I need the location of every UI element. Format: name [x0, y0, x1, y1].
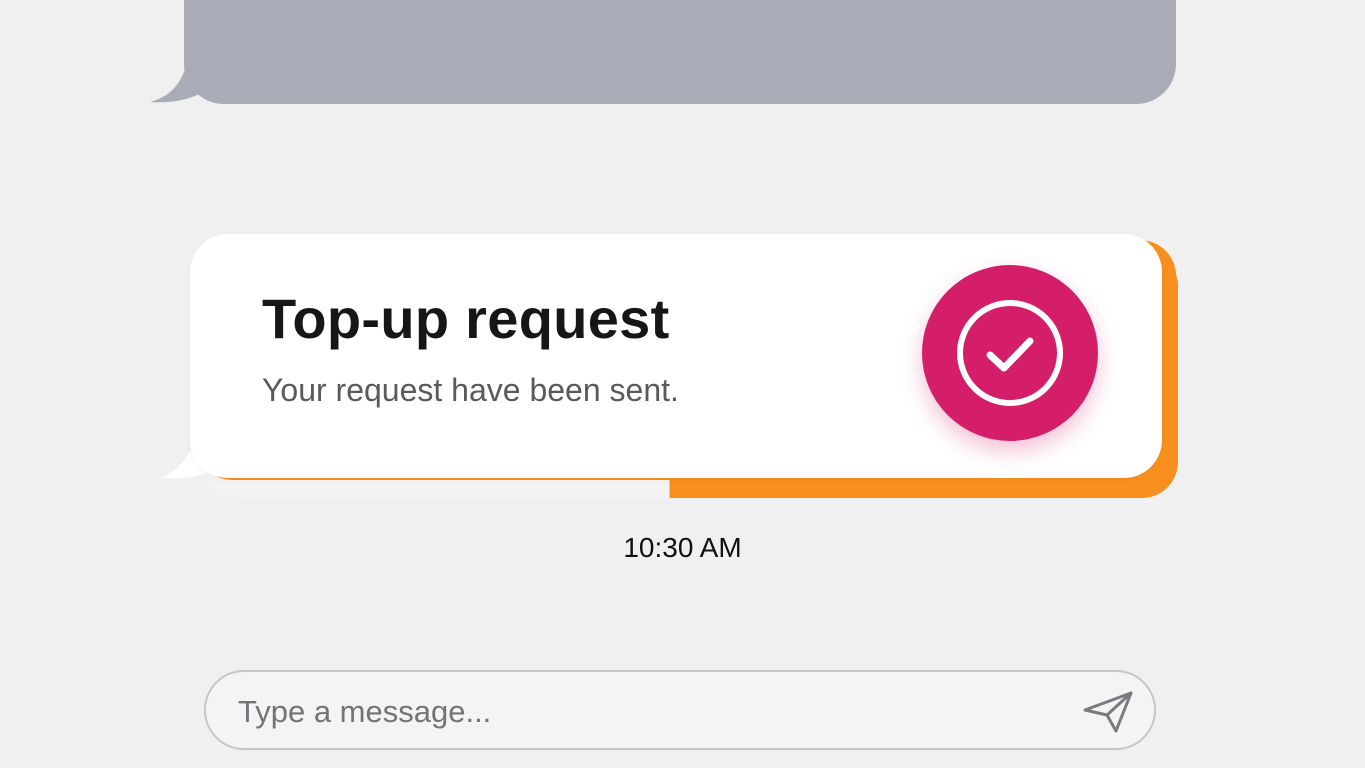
check-circle-icon	[922, 265, 1098, 441]
send-button[interactable]	[1080, 688, 1136, 736]
message-composer	[204, 670, 1156, 750]
message-timestamp: 10:30 AM	[623, 532, 742, 563]
notification-subtitle: Your request have been sent.	[262, 372, 679, 408]
top-up-notification-card[interactable]: Top-up request Your request have been se…	[190, 234, 1162, 478]
notification-title: Top-up request	[262, 287, 670, 350]
message-input[interactable]	[236, 686, 1060, 738]
send-icon	[1083, 691, 1133, 733]
incoming-message-bubble	[184, 0, 1176, 104]
checkmark-icon	[957, 300, 1063, 406]
chat-window: Top-up request Your request have been se…	[0, 0, 1365, 768]
